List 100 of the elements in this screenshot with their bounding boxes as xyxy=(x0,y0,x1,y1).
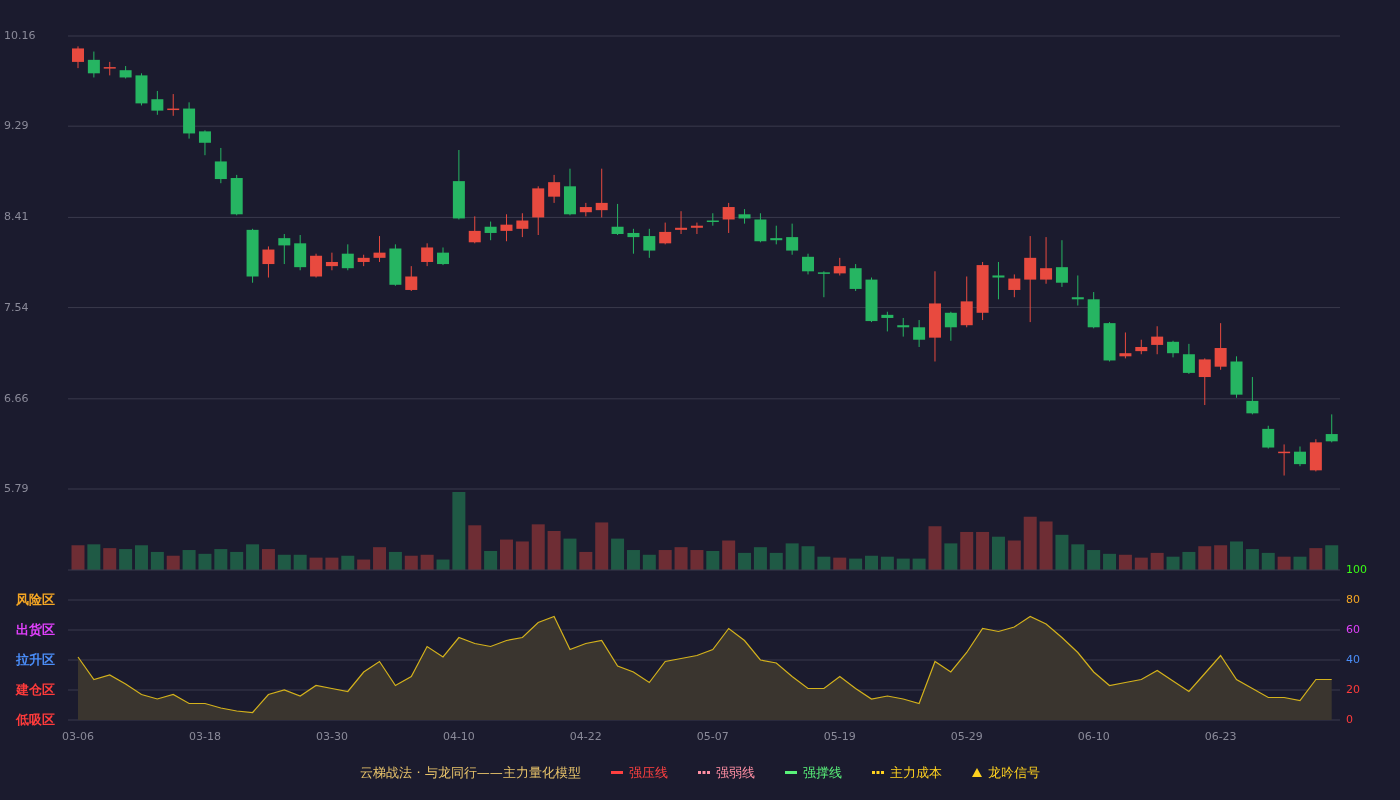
candlestick xyxy=(1167,340,1180,358)
candlestick xyxy=(278,233,291,265)
candlestick xyxy=(87,51,100,78)
zone-label: 出货区 xyxy=(16,621,55,637)
candlestick xyxy=(1103,321,1116,362)
candlestick xyxy=(738,208,751,225)
candlestick xyxy=(643,228,656,259)
candlestick xyxy=(786,223,799,256)
candlestick xyxy=(1294,446,1306,467)
axis-label: 05-19 xyxy=(823,730,856,743)
axis-label: 04-10 xyxy=(442,730,475,743)
legend-label[interactable]: 龙吟信号 xyxy=(987,763,1040,782)
candlestick xyxy=(1087,291,1100,329)
axis-label: 40 xyxy=(1346,653,1360,666)
axis-label: 04-22 xyxy=(569,730,602,743)
zone-label: 拉升区 xyxy=(16,651,55,667)
candlestick xyxy=(690,222,703,235)
candlestick xyxy=(627,228,640,255)
candlestick xyxy=(405,265,418,292)
candlestick xyxy=(1262,425,1275,450)
candlestick xyxy=(294,234,307,271)
axis-label: 9.29 xyxy=(4,119,29,133)
candlestick xyxy=(595,168,608,218)
candlestick xyxy=(865,277,878,323)
candlestick xyxy=(611,203,624,236)
legend-title: 云梯战法 · 与龙同行——主力量化模型 xyxy=(360,763,581,782)
candlestick xyxy=(849,263,862,292)
candlestick xyxy=(817,270,830,298)
candlestick xyxy=(1040,236,1053,285)
candlestick xyxy=(913,319,926,348)
candlestick xyxy=(214,147,227,184)
axis-label: 80 xyxy=(1346,593,1360,606)
candlestick xyxy=(976,261,989,321)
candlestick xyxy=(183,101,196,140)
candlestick xyxy=(770,225,783,245)
axis-label: 03-06 xyxy=(62,730,94,743)
axis-label: 7.54 xyxy=(4,300,29,314)
candlestick xyxy=(373,235,386,263)
candlestick xyxy=(452,149,465,220)
candlestick xyxy=(1071,274,1084,306)
candlestick xyxy=(1246,376,1259,415)
candlestick xyxy=(135,72,148,106)
axis-label: 60 xyxy=(1346,623,1360,636)
legend-label[interactable]: 主力成本 xyxy=(889,763,942,782)
axis-label: 5.79 xyxy=(4,482,29,495)
candlestick xyxy=(992,261,1005,300)
candlestick xyxy=(1198,357,1211,406)
candlestick xyxy=(833,257,846,276)
axis-label: 03-30 xyxy=(315,730,348,743)
candlestick xyxy=(579,202,592,217)
candlestick xyxy=(563,168,576,216)
candlestick xyxy=(1135,339,1148,355)
candlestick xyxy=(230,174,243,216)
zone-label: 低吸区 xyxy=(16,711,55,727)
candlestick xyxy=(1278,443,1291,476)
candlestick xyxy=(944,311,957,342)
candlestick xyxy=(310,253,323,279)
candlestick xyxy=(1182,343,1195,375)
candlestick xyxy=(341,243,354,271)
candlestick xyxy=(1230,355,1243,399)
axis-label: 8.41 xyxy=(4,210,29,224)
candlestick xyxy=(198,129,211,156)
axis-label: 6.66 xyxy=(4,391,29,405)
candlestick xyxy=(1119,331,1132,359)
candlestick xyxy=(437,246,449,266)
candlestick xyxy=(532,185,545,236)
candlestick xyxy=(167,93,180,117)
axis-label: 10.16 xyxy=(4,29,36,42)
axis-label: 100 xyxy=(1346,563,1367,576)
zone-label: 风险区 xyxy=(16,591,55,607)
legend-label[interactable]: 强撑线 xyxy=(802,763,842,782)
candlestick xyxy=(325,252,338,271)
candlestick xyxy=(897,317,910,338)
candlestick xyxy=(484,221,497,241)
candlestick xyxy=(1008,273,1021,298)
candlestick xyxy=(421,242,434,267)
axis-label: 06-23 xyxy=(1204,730,1237,743)
candlestick xyxy=(468,215,481,244)
axis-label: 20 xyxy=(1346,683,1360,696)
zone-label: 建仓区 xyxy=(16,681,55,697)
candlestick xyxy=(262,245,275,279)
candlestick xyxy=(881,311,894,332)
candlestick xyxy=(802,253,814,275)
candlestick xyxy=(722,202,735,234)
candlestick xyxy=(1214,322,1227,371)
candlestick xyxy=(389,243,402,287)
candlestick xyxy=(246,228,259,284)
candlestick xyxy=(1151,325,1164,355)
candlestick xyxy=(754,212,767,243)
candlestick xyxy=(516,212,529,238)
candlestick xyxy=(960,276,973,328)
axis-label: 0 xyxy=(1346,713,1353,726)
legend-label[interactable]: 强压线 xyxy=(628,763,668,782)
candlestick xyxy=(72,45,84,69)
candlestick xyxy=(1055,239,1068,288)
candlestick xyxy=(500,213,513,242)
candlestick xyxy=(151,90,164,116)
legend-label[interactable]: 强弱线 xyxy=(715,763,755,782)
candlestick xyxy=(1325,413,1338,443)
candlestick xyxy=(103,61,116,76)
